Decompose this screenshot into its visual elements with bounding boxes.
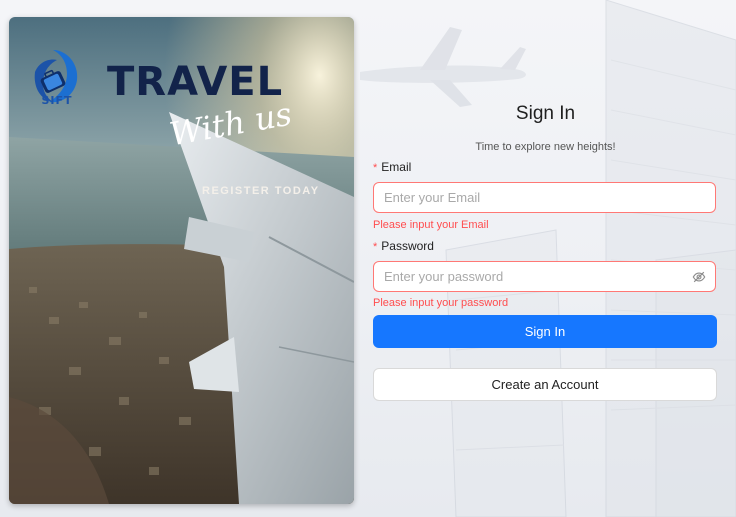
password-field[interactable]: [373, 261, 716, 292]
sign-in-button[interactable]: Sign In: [373, 315, 717, 348]
form-title: Sign In: [515, 103, 576, 124]
create-account-button[interactable]: Create an Account: [373, 368, 717, 401]
email-field[interactable]: [373, 182, 716, 213]
password-input[interactable]: [374, 262, 684, 291]
email-error-message: Please input your Email: [373, 219, 489, 231]
logo-text: SIFT: [41, 94, 73, 107]
password-error-message: Please input your password: [373, 297, 509, 309]
eye-invisible-icon[interactable]: [692, 270, 706, 284]
form-subtitle: Time to explore new heights!: [475, 141, 616, 153]
email-label-text: Email: [381, 160, 412, 174]
travel-promo-poster: SIFT TRAVEL With us REGISTER TODAY: [9, 17, 354, 504]
password-label-text: Password: [381, 239, 434, 253]
required-marker: *: [373, 241, 378, 253]
poster-title: TRAVEL: [107, 59, 284, 105]
sift-logo-icon: [34, 50, 78, 103]
required-marker: *: [373, 162, 378, 174]
email-label: * Email: [373, 160, 411, 174]
password-label: * Password: [373, 239, 434, 253]
email-input[interactable]: [374, 183, 684, 212]
sign-in-form: Sign In Time to explore new heights! * Em…: [373, 0, 718, 517]
register-today-text: REGISTER TODAY: [202, 185, 320, 197]
